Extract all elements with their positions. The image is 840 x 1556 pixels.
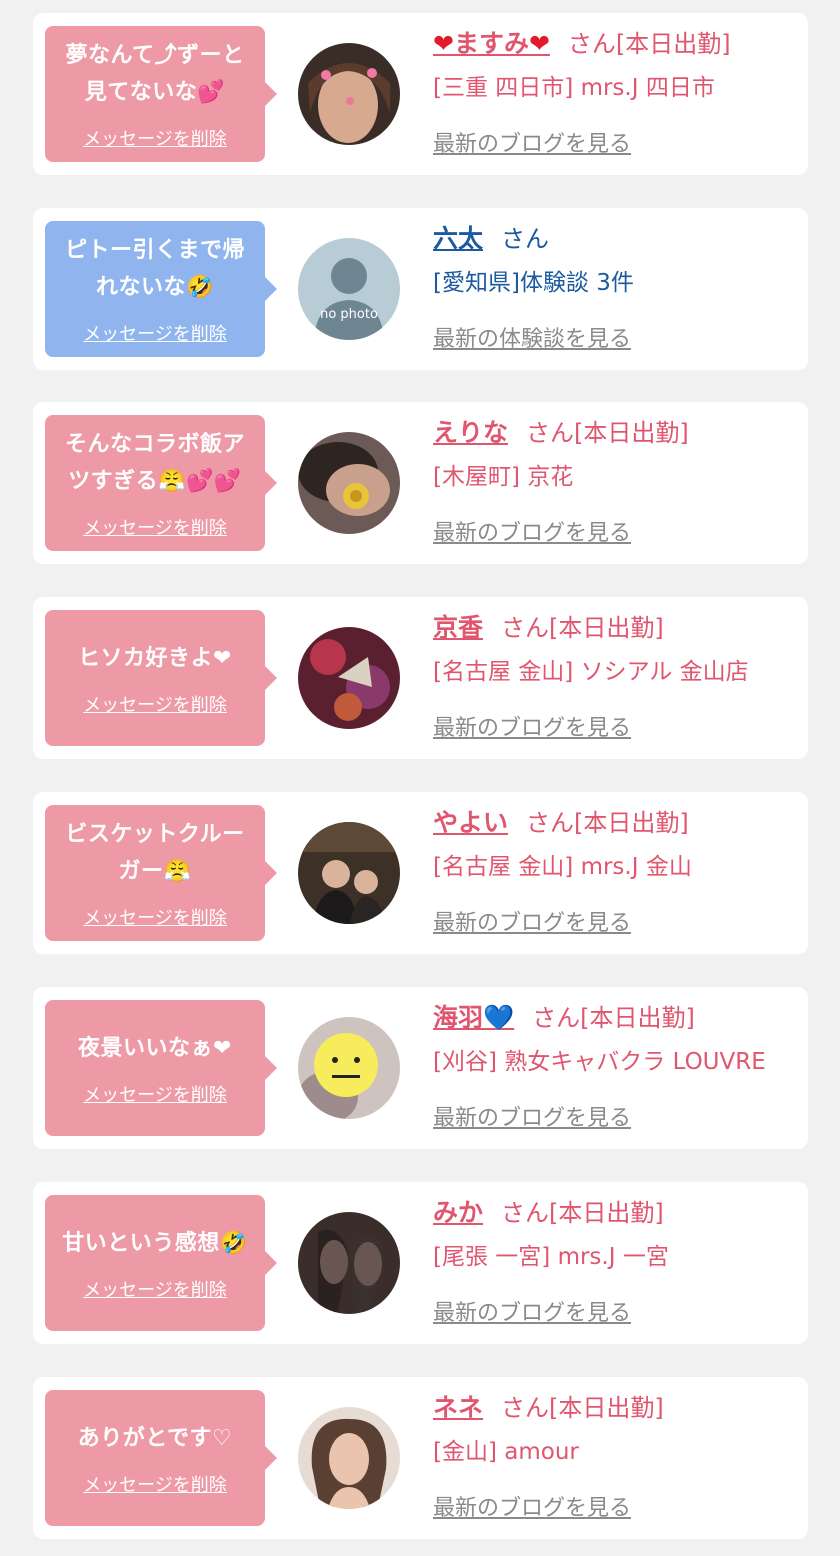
message-text: 夢なんて⤴ずーと 見てないな💕: [65, 43, 245, 105]
delete-message-link[interactable]: メッセージを削除: [83, 691, 227, 717]
user-name-link[interactable]: ネネ: [433, 1393, 483, 1422]
user-status: さん: [501, 225, 550, 253]
rose-photo-icon[interactable]: [298, 432, 400, 534]
user-name-link[interactable]: ❤ますみ❤: [433, 29, 550, 58]
portrait-photo-icon[interactable]: [298, 1407, 400, 1509]
user-status: さん[本日出勤]: [501, 1199, 664, 1227]
delete-message-link[interactable]: メッセージを削除: [83, 904, 227, 930]
message-bubble: ヒソカ好きよ❤ メッセージを削除: [45, 610, 277, 746]
shop-detail: [三重 四日市] mrs.J 四日市: [433, 75, 715, 101]
shop-detail: [木屋町] 京花: [433, 464, 574, 490]
message-card: そんなコラボ飯ア ツすぎる😤💕💕 メッセージを削除 えりな さん[本日出勤] [木…: [33, 402, 808, 564]
user-status: さん[本日出勤]: [526, 419, 689, 447]
user-name-link[interactable]: 六太: [433, 224, 483, 253]
shop-detail: [名古屋 金山] mrs.J 金山: [433, 854, 692, 880]
user-info: やよい さん[本日出勤] [名古屋 金山] mrs.J 金山 最新のブログを見る: [433, 806, 803, 937]
latest-blog-link[interactable]: 最新のブログを見る: [433, 905, 803, 937]
shop-detail: [名古屋 金山] ソシアル 金山店: [433, 659, 749, 685]
no-photo-placeholder-icon[interactable]: no photo: [298, 238, 400, 340]
message-text: ビスケットクルー ガー😤: [65, 822, 245, 884]
woman-photo-icon[interactable]: [298, 43, 400, 145]
heart-icon: ❤: [433, 29, 454, 58]
message-bubble: ビスケットクルー ガー😤 メッセージを削除: [45, 805, 277, 941]
legs-photo-icon[interactable]: [298, 1212, 400, 1314]
message-card: ヒソカ好きよ❤ メッセージを削除 京香 さん[本日出勤] [名古屋 金山] ソシア…: [33, 597, 808, 759]
user-status: さん[本日出勤]: [567, 30, 731, 58]
svg-text:no photo: no photo: [320, 307, 378, 322]
kimono-photo-icon[interactable]: [298, 627, 400, 729]
delete-message-link[interactable]: メッセージを削除: [83, 1081, 227, 1107]
shop-detail: [刈谷] 熟女キャバクラ LOUVRE: [433, 1049, 766, 1075]
message-text: 夜景いいなぁ❤: [78, 1035, 232, 1061]
latest-review-link[interactable]: 最新の体験談を見る: [433, 321, 803, 353]
message-bubble: そんなコラボ飯ア ツすぎる😤💕💕 メッセージを削除: [45, 415, 277, 551]
message-card: ビスケットクルー ガー😤 メッセージを削除 やよい さん[本日出勤] [名古屋 金…: [33, 792, 808, 954]
delete-message-link[interactable]: メッセージを削除: [83, 514, 227, 540]
user-name-link[interactable]: やよい: [433, 808, 508, 837]
message-bubble: 夜景いいなぁ❤ メッセージを削除: [45, 1000, 277, 1136]
user-status: さん[本日出勤]: [532, 1004, 695, 1032]
user-name-link[interactable]: えりな: [433, 418, 508, 447]
message-bubble: ありがとです♡ メッセージを削除: [45, 1390, 277, 1526]
message-text: ありがとです♡: [77, 1425, 233, 1451]
message-card: 夜景いいなぁ❤ メッセージを削除 海羽💙 さん[本日出勤] [刈谷] 熟女キャバク…: [33, 987, 808, 1149]
user-info: ❤ますみ❤ さん[本日出勤] [三重 四日市] mrs.J 四日市 最新のブログを…: [433, 27, 803, 158]
blue-heart-icon: 💙: [483, 1003, 515, 1032]
message-bubble: 夢なんて⤴ずーと 見てないな💕 メッセージを削除: [45, 26, 277, 162]
delete-message-link[interactable]: メッセージを削除: [83, 125, 227, 151]
user-info: 六太 さん [愛知県]体験談 3件 最新の体験談を見る: [433, 222, 803, 353]
message-text: ピトー引くまで帰 れないな🤣: [64, 238, 245, 300]
user-name-link[interactable]: みか: [433, 1198, 483, 1227]
latest-blog-link[interactable]: 最新のブログを見る: [433, 710, 803, 742]
latest-blog-link[interactable]: 最新のブログを見る: [433, 1100, 803, 1132]
review-count: [愛知県]体験談 3件: [433, 270, 634, 296]
message-card: 夢なんて⤴ずーと 見てないな💕 メッセージを削除 ❤ますみ❤ さん[本日出勤] […: [33, 13, 808, 175]
delete-message-link[interactable]: メッセージを削除: [83, 1471, 227, 1497]
emoji-face-photo-icon[interactable]: [298, 1017, 400, 1119]
delete-message-link[interactable]: メッセージを削除: [83, 320, 227, 346]
user-name-link[interactable]: 海羽💙: [433, 1003, 514, 1032]
user-name-link[interactable]: 京香: [433, 613, 483, 642]
heart-icon: ❤: [528, 29, 550, 58]
message-card: 甘いという感想🤣 メッセージを削除 みか さん[本日出勤] [尾張 一宮] mrs…: [33, 1182, 808, 1344]
message-text: そんなコラボ飯ア ツすぎる😤💕💕: [64, 432, 245, 494]
two-women-photo-icon[interactable]: [298, 822, 400, 924]
user-status: さん[本日出勤]: [526, 809, 689, 837]
user-status: さん[本日出勤]: [501, 1394, 664, 1422]
user-info: 海羽💙 さん[本日出勤] [刈谷] 熟女キャバクラ LOUVRE 最新のブログを見…: [433, 1001, 803, 1132]
delete-message-link[interactable]: メッセージを削除: [83, 1276, 227, 1302]
message-bubble: 甘いという感想🤣 メッセージを削除: [45, 1195, 277, 1331]
user-status: さん[本日出勤]: [501, 614, 664, 642]
user-info: えりな さん[本日出勤] [木屋町] 京花 最新のブログを見る: [433, 416, 803, 547]
latest-blog-link[interactable]: 最新のブログを見る: [433, 1490, 803, 1522]
message-card: ピトー引くまで帰 れないな🤣 メッセージを削除 no photo 六太 さん [愛…: [33, 208, 808, 370]
message-card: ありがとです♡ メッセージを削除 ネネ さん[本日出勤] [金山] amour 最…: [33, 1377, 808, 1539]
shop-detail: [金山] amour: [433, 1439, 579, 1465]
message-text: 甘いという感想🤣: [62, 1230, 248, 1256]
latest-blog-link[interactable]: 最新のブログを見る: [433, 126, 803, 158]
user-info: ネネ さん[本日出勤] [金山] amour 最新のブログを見る: [433, 1391, 803, 1522]
message-bubble: ピトー引くまで帰 れないな🤣 メッセージを削除: [45, 221, 277, 357]
user-info: 京香 さん[本日出勤] [名古屋 金山] ソシアル 金山店 最新のブログを見る: [433, 611, 803, 742]
latest-blog-link[interactable]: 最新のブログを見る: [433, 515, 803, 547]
latest-blog-link[interactable]: 最新のブログを見る: [433, 1295, 803, 1327]
message-text: ヒソカ好きよ❤: [78, 645, 232, 671]
shop-detail: [尾張 一宮] mrs.J 一宮: [433, 1244, 669, 1270]
user-info: みか さん[本日出勤] [尾張 一宮] mrs.J 一宮 最新のブログを見る: [433, 1196, 803, 1327]
